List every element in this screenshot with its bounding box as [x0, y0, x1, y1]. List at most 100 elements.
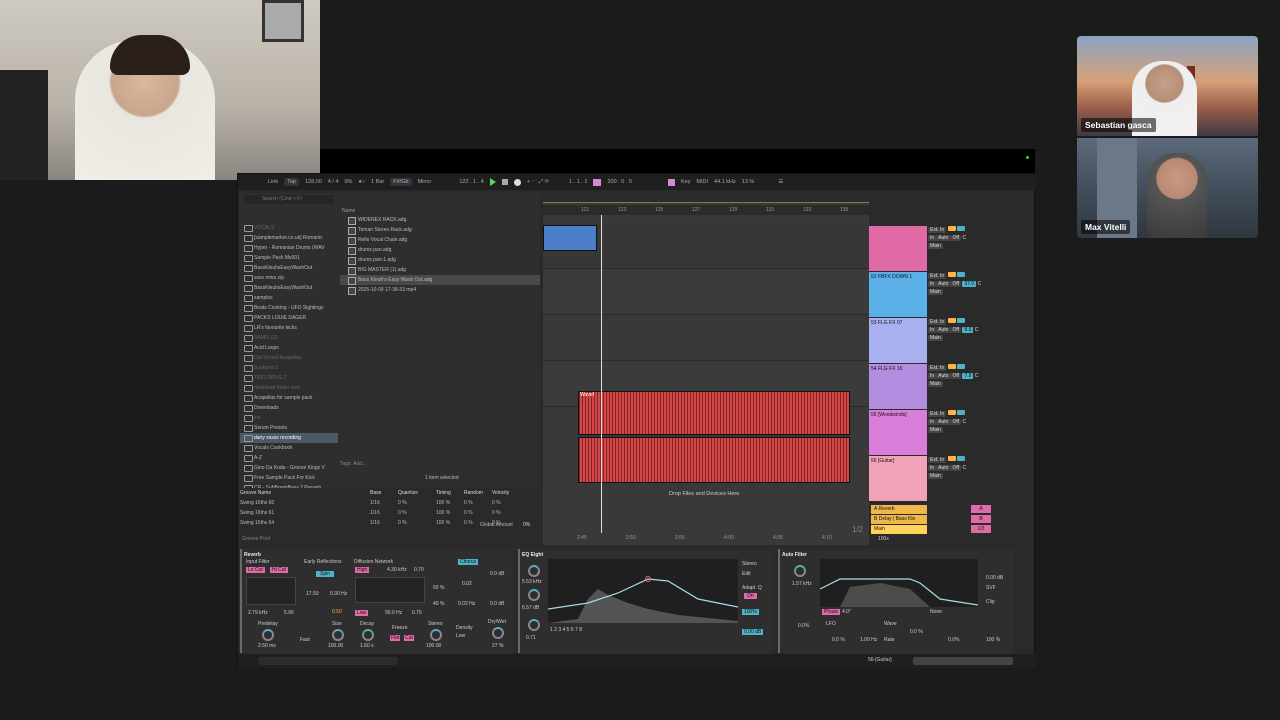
- mini-view[interactable]: [913, 657, 1013, 665]
- stereo-value[interactable]: 100.00: [426, 643, 441, 649]
- af-drywet[interactable]: 100 %: [986, 637, 1000, 643]
- browser-place-item[interactable]: VOCALS: [240, 223, 338, 233]
- monitor-in[interactable]: In: [928, 419, 937, 425]
- early-rate[interactable]: 0.30 Hz: [330, 591, 347, 597]
- time-signature[interactable]: 4 / 4: [328, 179, 339, 185]
- return-track[interactable]: Main: [871, 525, 927, 534]
- monitor-off[interactable]: Off: [950, 235, 962, 241]
- record-icon[interactable]: [513, 178, 521, 186]
- smooth-select[interactable]: Fast: [300, 637, 310, 643]
- pan-field[interactable]: C: [962, 419, 966, 425]
- browser-file-item[interactable]: WIDENEX RACK.adg: [340, 215, 540, 225]
- browser-place-item[interactable]: SAMPLES: [240, 333, 338, 343]
- lo-cut-toggle[interactable]: Lo Cut: [246, 567, 265, 573]
- browser-place-item[interactable]: Acapellas for sample pack: [240, 393, 338, 403]
- loop-icon[interactable]: [593, 178, 602, 186]
- pan-field[interactable]: C: [975, 373, 979, 379]
- drywet-knob[interactable]: [492, 627, 504, 639]
- af-freq-knob[interactable]: [794, 565, 806, 577]
- low-freq[interactable]: 90.0 Hz: [385, 610, 402, 616]
- browser-file-item[interactable]: 2025-10-09 17-38-33.mp4: [340, 285, 540, 295]
- freeze-toggle[interactable]: Freeze: [392, 625, 408, 631]
- groove-row[interactable]: Swing 16ths 66 1/16 0 % 100 % 0 % 0 %: [240, 498, 540, 508]
- browser-file-item[interactable]: Toman Stereo Rack.adg: [340, 225, 540, 235]
- scale-value[interactable]: 40 %: [433, 601, 444, 607]
- info-field[interactable]: [258, 657, 398, 665]
- groove-cell[interactable]: 1/16: [370, 508, 398, 518]
- track-header[interactable]: 52 FBFX DOWN 1: [869, 272, 927, 317]
- browser-place-item[interactable]: Gino Da Koda - Groove Kingz V: [240, 463, 338, 473]
- envelope-value[interactable]: 0.0%: [948, 637, 959, 643]
- eq-gain[interactable]: 6.57 dB: [522, 605, 539, 611]
- track-name[interactable]: 52 FBFX DOWN 1: [871, 274, 912, 280]
- diffusion-freq[interactable]: 4.30 kHz: [387, 567, 407, 573]
- automation-icons[interactable]: + ⋯ ⤢ ⟳: [527, 179, 549, 186]
- groove-cell[interactable]: 100 %: [436, 498, 464, 508]
- lfo-rate[interactable]: 1.00 Hz: [860, 637, 877, 643]
- track-activator[interactable]: [947, 410, 956, 415]
- track-activator[interactable]: [947, 364, 956, 369]
- name-column-header[interactable]: Name: [340, 207, 540, 215]
- groove-cell[interactable]: 0 %: [492, 498, 522, 508]
- af-freq[interactable]: 1.57 kHz: [792, 581, 812, 587]
- diffusion-value[interactable]: 60 %: [433, 585, 444, 591]
- track-name[interactable]: 54 FLG FX 16: [871, 366, 902, 372]
- res-value[interactable]: 0.0%: [798, 623, 809, 629]
- browser-place-item[interactable]: TRIO DRIVE 2: [240, 373, 338, 383]
- groove-column-header[interactable]: Timing: [436, 488, 464, 498]
- volume-field[interactable]: 7.8: [962, 373, 974, 379]
- track-activator[interactable]: [947, 226, 956, 231]
- high-toggle[interactable]: High: [355, 567, 370, 573]
- groove-cell[interactable]: 0 %: [398, 518, 436, 528]
- predelay-value[interactable]: 2.50 ms: [258, 643, 276, 649]
- browser-place-item[interactable]: Serum Presets: [240, 423, 338, 433]
- metronome-icon[interactable]: ●○: [358, 179, 365, 185]
- chorus-amount[interactable]: 0.02: [462, 581, 472, 587]
- output-select[interactable]: Main: [928, 427, 943, 433]
- spin-toggle[interactable]: Spin: [316, 571, 335, 577]
- browser-place-item[interactable]: [samplemarket.co.uk] Romanic: [240, 233, 338, 243]
- browser-search[interactable]: Search (Cmd + F): [244, 195, 334, 204]
- browser-file-item[interactable]: Bass Kleuh's Easy Wash Out.adg: [340, 275, 540, 285]
- return-letter[interactable]: A: [971, 505, 991, 513]
- monitor-auto[interactable]: Auto: [936, 465, 951, 471]
- loop-length-field[interactable]: 200 . 0 . 0: [607, 179, 631, 185]
- drywet-value[interactable]: 27 %: [492, 643, 503, 649]
- pan-field[interactable]: C: [962, 465, 966, 471]
- morph-value[interactable]: 0.0 %: [910, 629, 923, 635]
- eq-title[interactable]: EQ Eight: [522, 551, 771, 559]
- lfo-amount[interactable]: 0.0 %: [832, 637, 845, 643]
- output-select[interactable]: Main: [928, 243, 943, 249]
- diffuse-value[interactable]: 0.0 dB: [490, 601, 504, 607]
- status-track[interactable]: 56-[Guitar]: [868, 657, 892, 663]
- tempo-field[interactable]: 128.00: [305, 179, 322, 185]
- eq-edit[interactable]: Edit: [742, 571, 751, 577]
- reflect-value[interactable]: 0.0 dB: [490, 571, 504, 577]
- eq-scale[interactable]: 100%: [742, 609, 759, 615]
- autofilter-title[interactable]: Auto Filter: [782, 551, 1012, 559]
- track-name[interactable]: 55 [Woodwinds]: [871, 412, 906, 418]
- cut-toggle[interactable]: Cut: [404, 635, 414, 641]
- solo-button[interactable]: [956, 318, 965, 323]
- groove-column-header[interactable]: Velocity: [492, 488, 522, 498]
- pan-field[interactable]: C: [978, 281, 982, 287]
- track-activator[interactable]: [947, 272, 956, 277]
- monitor-off[interactable]: Off: [950, 419, 962, 425]
- groove-cell[interactable]: 1/16: [370, 518, 398, 528]
- link-button[interactable]: Link: [268, 179, 278, 185]
- chorus-toggle[interactable]: Chorus: [458, 559, 479, 565]
- quantize-select[interactable]: 1 Bar: [371, 179, 384, 185]
- solo-button[interactable]: [956, 410, 965, 415]
- play-icon[interactable]: [489, 178, 496, 186]
- groove-column-header[interactable]: Groove Name: [240, 488, 370, 498]
- input-select[interactable]: Ext. In: [928, 457, 947, 463]
- low-toggle[interactable]: Low: [355, 610, 369, 616]
- monitor-in[interactable]: In: [928, 235, 937, 241]
- density-select[interactable]: Low: [456, 633, 465, 639]
- pan-field[interactable]: C: [962, 235, 966, 241]
- browser-place-item[interactable]: ssss mina zip: [240, 273, 338, 283]
- monitor-in[interactable]: In: [928, 373, 937, 379]
- monitor-auto[interactable]: Auto: [936, 235, 951, 241]
- key-select[interactable]: F#/Gb: [390, 178, 412, 186]
- eq-output[interactable]: 0.00 dB: [742, 629, 764, 635]
